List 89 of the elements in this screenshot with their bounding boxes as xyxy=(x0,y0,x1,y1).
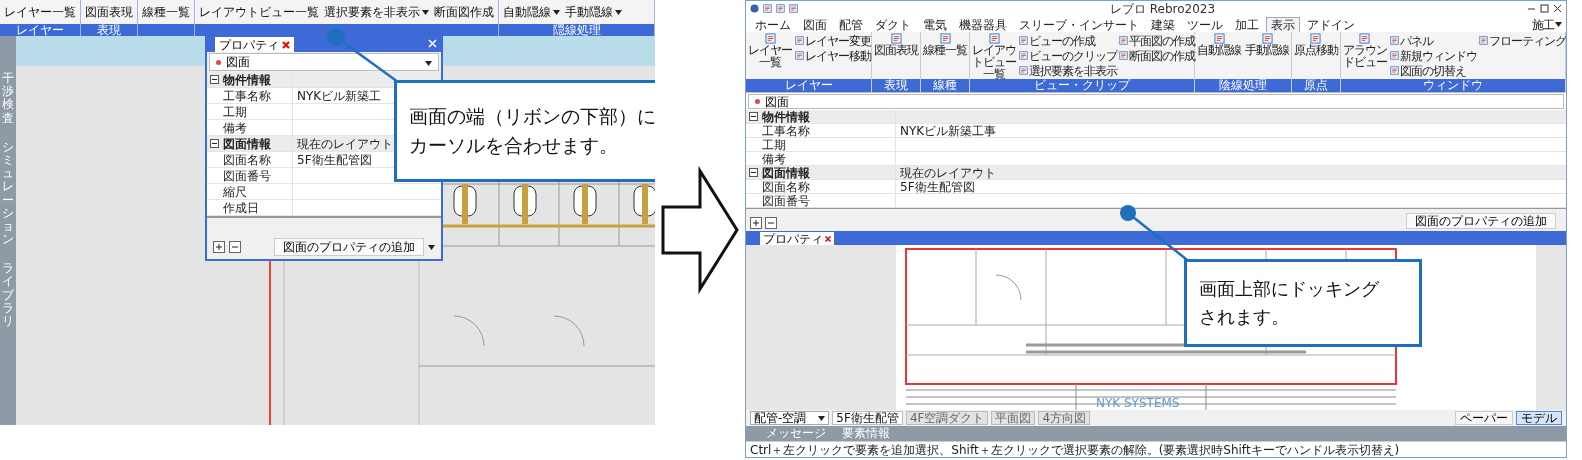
property-name: 図面名称 xyxy=(762,180,810,193)
callout-text: カーソルを合わせます。 xyxy=(409,133,619,158)
ribbon-button[interactable]: 図面表現 xyxy=(873,33,920,78)
property-name: 工期 xyxy=(762,138,786,151)
callout-text: 画面上部にドッキング xyxy=(1199,277,1380,302)
ribbon-group-label: ビュー・クリップ xyxy=(970,79,1195,92)
section-title: 物件情報 xyxy=(762,110,810,123)
ribbon-group-label: 線種 xyxy=(921,79,970,92)
element-selector[interactable]: 図面 xyxy=(209,53,439,71)
ribbon-group-label: 隠線処理 xyxy=(551,24,602,36)
property-value: 5F衛生配管図 xyxy=(899,180,975,193)
element-selector[interactable]: 図面 xyxy=(748,94,1564,109)
ribbon-button[interactable]: 選択要素を非表示 xyxy=(1019,63,1118,78)
status-message: Ctrl＋左クリックで要素を追加選択、Shift＋左クリックで選択要素の解除。(要素選択時Shiftキーでハンドル表示切替え) xyxy=(750,443,1400,456)
section-title: 物件情報 xyxy=(223,73,271,86)
ribbon-button[interactable]: 線種一覧 xyxy=(922,33,969,78)
ribbon-button[interactable]: パネル xyxy=(1389,33,1477,48)
menu-tab[interactable]: アドイン xyxy=(1302,17,1360,32)
ribbon-button[interactable]: 平面図の作成 xyxy=(1119,33,1196,48)
ribbon-button[interactable]: 手動隠線 xyxy=(1244,33,1291,78)
property-name: 工事名称 xyxy=(223,89,271,102)
ribbon-button[interactable]: レイヤー一覧 xyxy=(747,33,793,78)
property-name: 図面番号 xyxy=(223,169,271,182)
properties-tab[interactable]: プロパティ xyxy=(760,232,834,245)
menu-tab[interactable]: 電気 xyxy=(918,17,952,32)
ribbon-button[interactable]: 自動隠線 xyxy=(503,6,560,18)
sheet-tab[interactable]: 4F空調ダクト xyxy=(905,411,989,425)
property-name: 図面番号 xyxy=(762,194,810,207)
space-toggle[interactable]: モデル xyxy=(1516,411,1562,425)
property-name: 図面名称 xyxy=(223,153,271,166)
ribbon-group-label: ウィンドウ xyxy=(1340,79,1565,92)
mode-dropdown[interactable]: 施工 xyxy=(1532,17,1562,32)
callout-text: されます。 xyxy=(1199,305,1290,329)
menu-tab[interactable]: 建築 xyxy=(1146,17,1180,32)
title-block-logo: NYK SYSTEMS xyxy=(1096,396,1180,410)
property-name: 工事名称 xyxy=(762,124,810,137)
space-toggle[interactable]: ペーパー xyxy=(1455,411,1513,425)
ribbon-group-label: 原点 xyxy=(1291,79,1340,92)
ribbon-button[interactable]: 手動隠線 xyxy=(565,6,622,18)
ribbon-button[interactable]: フローティング xyxy=(1478,33,1566,48)
sheet-tab[interactable]: 5F衛生配管 xyxy=(832,411,903,425)
ribbon-button[interactable]: 選択要素を非表示 xyxy=(324,6,429,18)
menu-tab[interactable]: ダクト xyxy=(870,17,916,32)
ribbon-button[interactable]: ビューの作成 xyxy=(1019,33,1118,48)
ribbon-button[interactable]: レイアウトビュー一覧 xyxy=(199,6,319,18)
ribbon-group-label: レイヤー xyxy=(746,79,872,92)
ribbon-group-label: 表現 xyxy=(872,79,921,92)
menu-tab[interactable]: 機器器具 xyxy=(954,17,1012,32)
ribbon-button[interactable]: 図面の切替え xyxy=(1389,63,1477,78)
menu-tab[interactable]: 加工 xyxy=(1230,17,1264,32)
menu-tab[interactable]: ツール xyxy=(1182,17,1228,32)
ribbon-group-label: 表現 xyxy=(96,24,122,36)
property-name: 備考 xyxy=(762,152,786,165)
property-value: 現在のレイアウト xyxy=(296,137,393,150)
ribbon-button[interactable]: 断面図作成 xyxy=(434,6,494,18)
layer-dropdown[interactable]: 配管-空調 xyxy=(750,411,830,425)
menu-tab[interactable]: 図面 xyxy=(798,17,832,32)
section-title: 図面情報 xyxy=(762,166,810,179)
ribbon-button[interactable]: 自動隠線 xyxy=(1196,33,1243,78)
menu-tab[interactable]: 表示 xyxy=(1266,17,1300,32)
ribbon-group-label: レイヤー xyxy=(15,24,65,36)
property-name: 備考 xyxy=(223,121,247,134)
ribbon-button[interactable]: 断面図の作成 xyxy=(1119,48,1196,63)
add-property-button[interactable]: 図面のプロパティの追加 xyxy=(1406,213,1556,229)
property-name: 縮尺 xyxy=(223,185,247,198)
add-property-button[interactable]: 図面のプロパティの追加 xyxy=(274,238,424,256)
ribbon-group-label: 陰線処理 xyxy=(1195,79,1291,92)
ribbon-button[interactable]: アラウンドビュー xyxy=(1341,33,1388,78)
property-name: 作成日 xyxy=(223,201,259,214)
property-value: NYKビル新築工事 xyxy=(899,124,997,137)
ribbon-button[interactable]: 新規ウィンドウ xyxy=(1389,48,1477,63)
window-title: レブロ Rebro2023 xyxy=(1109,2,1216,15)
sheet-tab[interactable]: 4方向図 xyxy=(1038,411,1091,425)
callout-text: 画面の端（リボンの下部）に xyxy=(409,103,655,129)
menu-tab[interactable]: ホーム xyxy=(750,17,796,32)
property-name: 工期 xyxy=(223,105,247,118)
section-title: 図面情報 xyxy=(223,137,271,150)
property-value: 5F衛生配管図 xyxy=(296,153,372,166)
property-value: 現在のレイアウト xyxy=(899,166,996,179)
sheet-tab[interactable]: 平面図 xyxy=(991,411,1036,425)
ribbon-button[interactable]: 原点移動 xyxy=(1292,33,1339,78)
ribbon-button[interactable]: ビューのクリップ xyxy=(1019,48,1118,63)
menu-tab[interactable]: スリーブ・インサート xyxy=(1014,17,1144,32)
menu-tab[interactable]: 配管 xyxy=(834,17,868,32)
ribbon-button[interactable]: レイアウトビュー一覧 xyxy=(971,33,1018,78)
ribbon-button[interactable]: レイヤー移動 xyxy=(795,48,871,63)
ribbon-button[interactable]: レイヤー変更 xyxy=(795,33,871,48)
property-value: NYKビル新築工 xyxy=(296,89,382,102)
properties-tab[interactable]: プロパティ xyxy=(215,37,294,52)
